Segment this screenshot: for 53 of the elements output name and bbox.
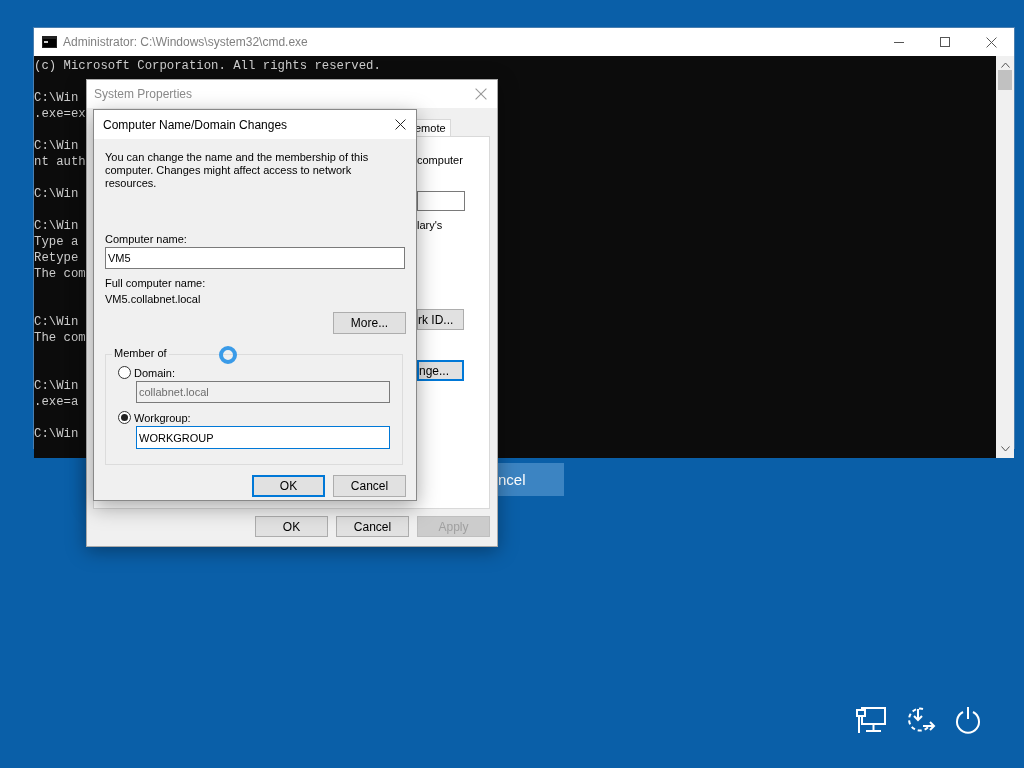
maximize-icon[interactable] [939,36,951,48]
console-line: C:\Win [34,314,79,330]
console-line: Retype [34,250,79,266]
computer-name-field[interactable]: VM5 [105,247,405,269]
console-line: C:\Win [34,218,79,234]
power-icon[interactable] [954,706,982,734]
input-field[interactable]: WORKGROUP [136,426,390,449]
console-line: C:\Win [34,186,79,202]
console-icon [42,36,57,48]
field-label: Computer name: [105,233,188,245]
console-line: .exe=a [34,394,79,410]
console-line: The com [34,266,86,282]
radio-button[interactable] [118,366,131,379]
panel-button[interactable]: nge... [417,360,464,381]
dialog-button[interactable]: Cancel [336,516,409,537]
window-title: System Properties [94,87,194,101]
network-icon[interactable] [856,706,887,734]
panel-button[interactable]: rk ID... [417,309,464,330]
group-legend: Member of [112,347,169,359]
console-line: Type a [34,234,79,250]
dialog-title: Computer Name/Domain Changes [103,117,289,132]
dialog-button[interactable]: Cancel [333,475,406,497]
scroll-thumb[interactable] [998,70,1012,90]
busy-cursor-icon [218,345,238,365]
close-icon[interactable] [395,119,406,130]
label-text: computer [417,154,463,166]
radio-button[interactable] [118,411,131,424]
radio-label: Workgroup: [134,411,191,424]
text-field[interactable] [417,191,465,211]
window-title: Administrator: C:\Windows\system32\cmd.exe [63,35,309,49]
ease-of-access-icon[interactable] [905,706,936,734]
scrollbar[interactable] [996,56,1014,458]
console-line: C:\Win [34,378,79,394]
console-line: nt auth [34,154,86,170]
radio-label: Domain: [134,366,175,379]
label-text: lary's [417,219,443,231]
input-field[interactable]: collabnet.local [136,381,390,403]
full-name-text: VM5.collabnet.local [105,293,202,305]
console-line: .exe=ex [34,106,86,122]
field-label: Full computer name: [105,277,207,289]
console-line: C:\Win [34,426,79,442]
close-icon[interactable] [985,36,997,48]
dialog-button[interactable]: OK [252,475,325,497]
console-line: (c) Microsoft Corporation. All rights reserved. [34,58,381,74]
more-button[interactable]: More... [333,312,406,334]
console-line: The com [34,330,86,346]
console-line: C:\Win [34,90,79,106]
dialog-button[interactable]: OK [255,516,328,537]
console-line: C:\Win [34,138,79,154]
scroll-down-icon[interactable] [1000,446,1010,452]
scroll-up-icon[interactable] [1000,62,1010,68]
description-text: You can change the name and the membership of this computer. Changes might affect access to network resources. [105,151,370,190]
partial-button[interactable]: ncel [497,463,564,496]
